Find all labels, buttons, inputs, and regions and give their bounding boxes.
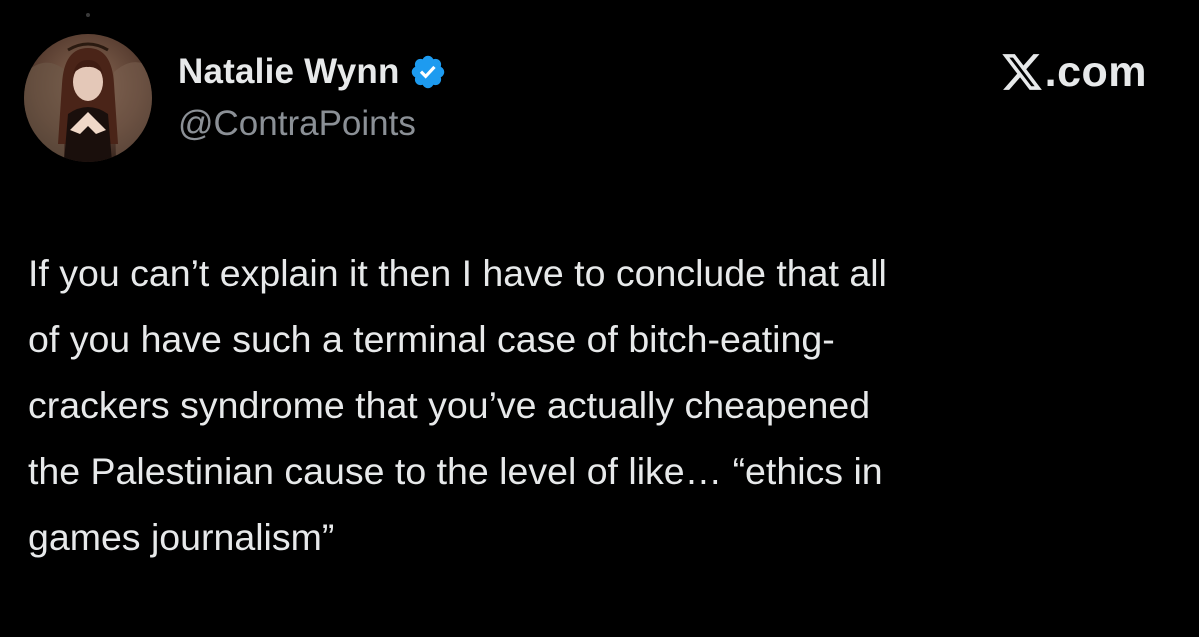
avatar[interactable] xyxy=(24,34,152,162)
tweet-line: of you have such a terminal case of bitc… xyxy=(28,318,835,360)
tweet-card: Natalie Wynn @ContraPoints .com If you c… xyxy=(0,0,1199,637)
brand-suffix: .com xyxy=(1044,47,1147,96)
author-display-name[interactable]: Natalie Wynn xyxy=(178,52,400,92)
verified-badge-icon xyxy=(409,53,447,91)
avatar-image xyxy=(24,34,152,162)
tweet-line: the Palestinian cause to the level of li… xyxy=(28,450,883,492)
author-handle[interactable]: @ContraPoints xyxy=(178,104,416,144)
top-dot xyxy=(86,13,90,17)
tweet-line: games journalism” xyxy=(28,516,335,558)
tweet-line: If you can’t explain it then I have to c… xyxy=(28,252,887,294)
tweet-line: crackers syndrome that you’ve actually c… xyxy=(28,384,871,426)
brand-watermark: .com xyxy=(1000,46,1147,98)
tweet-text: If you can’t explain it then I have to c… xyxy=(28,240,1178,570)
author-name-row[interactable]: Natalie Wynn xyxy=(178,50,447,94)
x-logo-icon xyxy=(1000,50,1044,94)
